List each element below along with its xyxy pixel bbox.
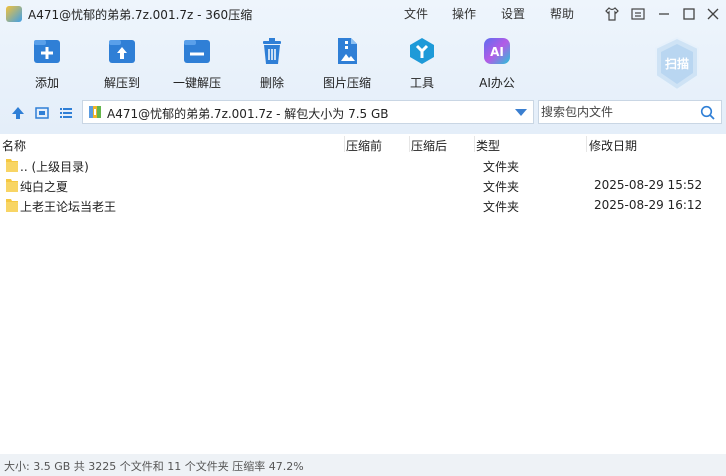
thumbnail-view-icon[interactable]: [34, 105, 50, 121]
file-row-parent[interactable]: .. (上级目录) 文件夹: [0, 155, 726, 175]
address-row: A471@忧郁的弟弟.7z.001.7z - 解包大小为 7.5 GB: [0, 98, 726, 128]
delete-label: 删除: [259, 76, 284, 90]
file-name: .. (上级目录): [20, 160, 89, 174]
search-input[interactable]: [541, 103, 691, 121]
column-modified[interactable]: 修改日期: [589, 137, 637, 154]
folder-icon: [6, 199, 18, 212]
skin-shirt-icon[interactable]: [602, 4, 622, 24]
column-type[interactable]: 类型: [476, 137, 500, 154]
file-name: 上老王论坛当老王: [20, 200, 117, 214]
menu-file[interactable]: 文件: [404, 5, 428, 22]
add-label: 添加: [34, 76, 59, 90]
ai-office-icon: AI: [484, 38, 510, 64]
file-name: 纯白之夏: [20, 180, 69, 194]
file-row[interactable]: 纯白之夏 文件夹 2025-08-29 15:52: [0, 175, 726, 195]
address-path: A471@忧郁的弟弟.7z.001.7z - 解包大小为 7.5 GB: [107, 107, 389, 121]
column-divider[interactable]: [586, 136, 587, 152]
column-divider[interactable]: [344, 136, 345, 152]
close-icon[interactable]: [703, 4, 723, 24]
column-headers: 名称 压缩前 压缩后 类型 修改日期: [0, 134, 726, 154]
add-button[interactable]: 添加: [11, 36, 83, 92]
delete-button[interactable]: 删除: [236, 36, 308, 92]
extract-to-label: 解压到: [103, 76, 140, 90]
ai-office-button[interactable]: AI AI办公: [461, 36, 533, 92]
list-view-icon[interactable]: [58, 105, 74, 121]
status-bar: 大小: 3.5 GB 共 3225 个文件和 11 个文件夹 压缩率 47.2%: [0, 454, 726, 476]
file-modified: 2025-08-29 16:12: [594, 198, 703, 212]
address-bar[interactable]: A471@忧郁的弟弟.7z.001.7z - 解包大小为 7.5 GB: [82, 100, 534, 124]
main-menu-icon[interactable]: [628, 4, 648, 24]
maximize-icon[interactable]: [679, 4, 699, 24]
one-click-extract-label: 一键解压: [172, 76, 221, 90]
file-modified: 2025-08-29 15:52: [594, 178, 703, 192]
address-dropdown-icon[interactable]: [515, 109, 527, 116]
title-bar: A471@忧郁的弟弟.7z.001.7z - 360压缩 文件 操作 设置 帮助: [0, 0, 726, 28]
add-icon: [34, 40, 60, 63]
up-arrow-icon[interactable]: [10, 105, 26, 121]
minimize-icon[interactable]: [654, 4, 674, 24]
column-divider[interactable]: [409, 136, 410, 152]
file-type: 文件夹: [483, 200, 520, 214]
app-logo-icon: [6, 6, 22, 22]
ai-office-label: AI办公: [479, 76, 515, 90]
file-type: 文件夹: [483, 180, 520, 194]
menu-settings[interactable]: 设置: [501, 5, 525, 22]
column-after[interactable]: 压缩后: [411, 137, 447, 154]
extract-to-button[interactable]: 解压到: [86, 36, 158, 92]
file-list: 名称 压缩前 压缩后 类型 修改日期 .. (上级目录) 文件夹 纯白之夏 文件…: [0, 134, 726, 454]
menu-help[interactable]: 帮助: [550, 5, 574, 22]
one-click-extract-button[interactable]: 一键解压: [161, 36, 233, 92]
scan-label: 扫描: [665, 56, 689, 71]
archive-icon: [89, 106, 101, 118]
scan-button[interactable]: 扫描: [652, 36, 702, 92]
tools-icon: [410, 38, 434, 64]
extract-to-icon: [109, 40, 135, 63]
image-compress-icon: [338, 38, 357, 64]
column-name[interactable]: 名称: [2, 137, 26, 154]
one-click-extract-icon: [184, 40, 210, 63]
tools-label: 工具: [409, 76, 434, 90]
search-icon[interactable]: [700, 105, 715, 120]
ai-badge-text: AI: [490, 45, 504, 59]
file-type: 文件夹: [483, 160, 520, 174]
column-divider[interactable]: [474, 136, 475, 152]
menu-operation[interactable]: 操作: [452, 5, 476, 22]
delete-icon: [263, 38, 281, 64]
image-compress-button[interactable]: 图片压缩: [311, 36, 383, 92]
top-panel: A471@忧郁的弟弟.7z.001.7z - 360压缩 文件 操作 设置 帮助…: [0, 0, 726, 134]
status-text: 大小: 3.5 GB 共 3225 个文件和 11 个文件夹 压缩率 47.2%: [4, 460, 304, 473]
tools-button[interactable]: 工具: [386, 36, 458, 92]
search-box[interactable]: [538, 100, 722, 124]
folder-icon: [6, 159, 18, 172]
column-before[interactable]: 压缩前: [346, 137, 382, 154]
file-row[interactable]: 上老王论坛当老王 文件夹 2025-08-29 16:12: [0, 195, 726, 215]
image-compress-label: 图片压缩: [322, 76, 371, 90]
folder-icon: [6, 179, 18, 192]
window-title: A471@忧郁的弟弟.7z.001.7z - 360压缩: [28, 8, 253, 22]
scan-shield-icon: 扫描: [655, 36, 699, 92]
